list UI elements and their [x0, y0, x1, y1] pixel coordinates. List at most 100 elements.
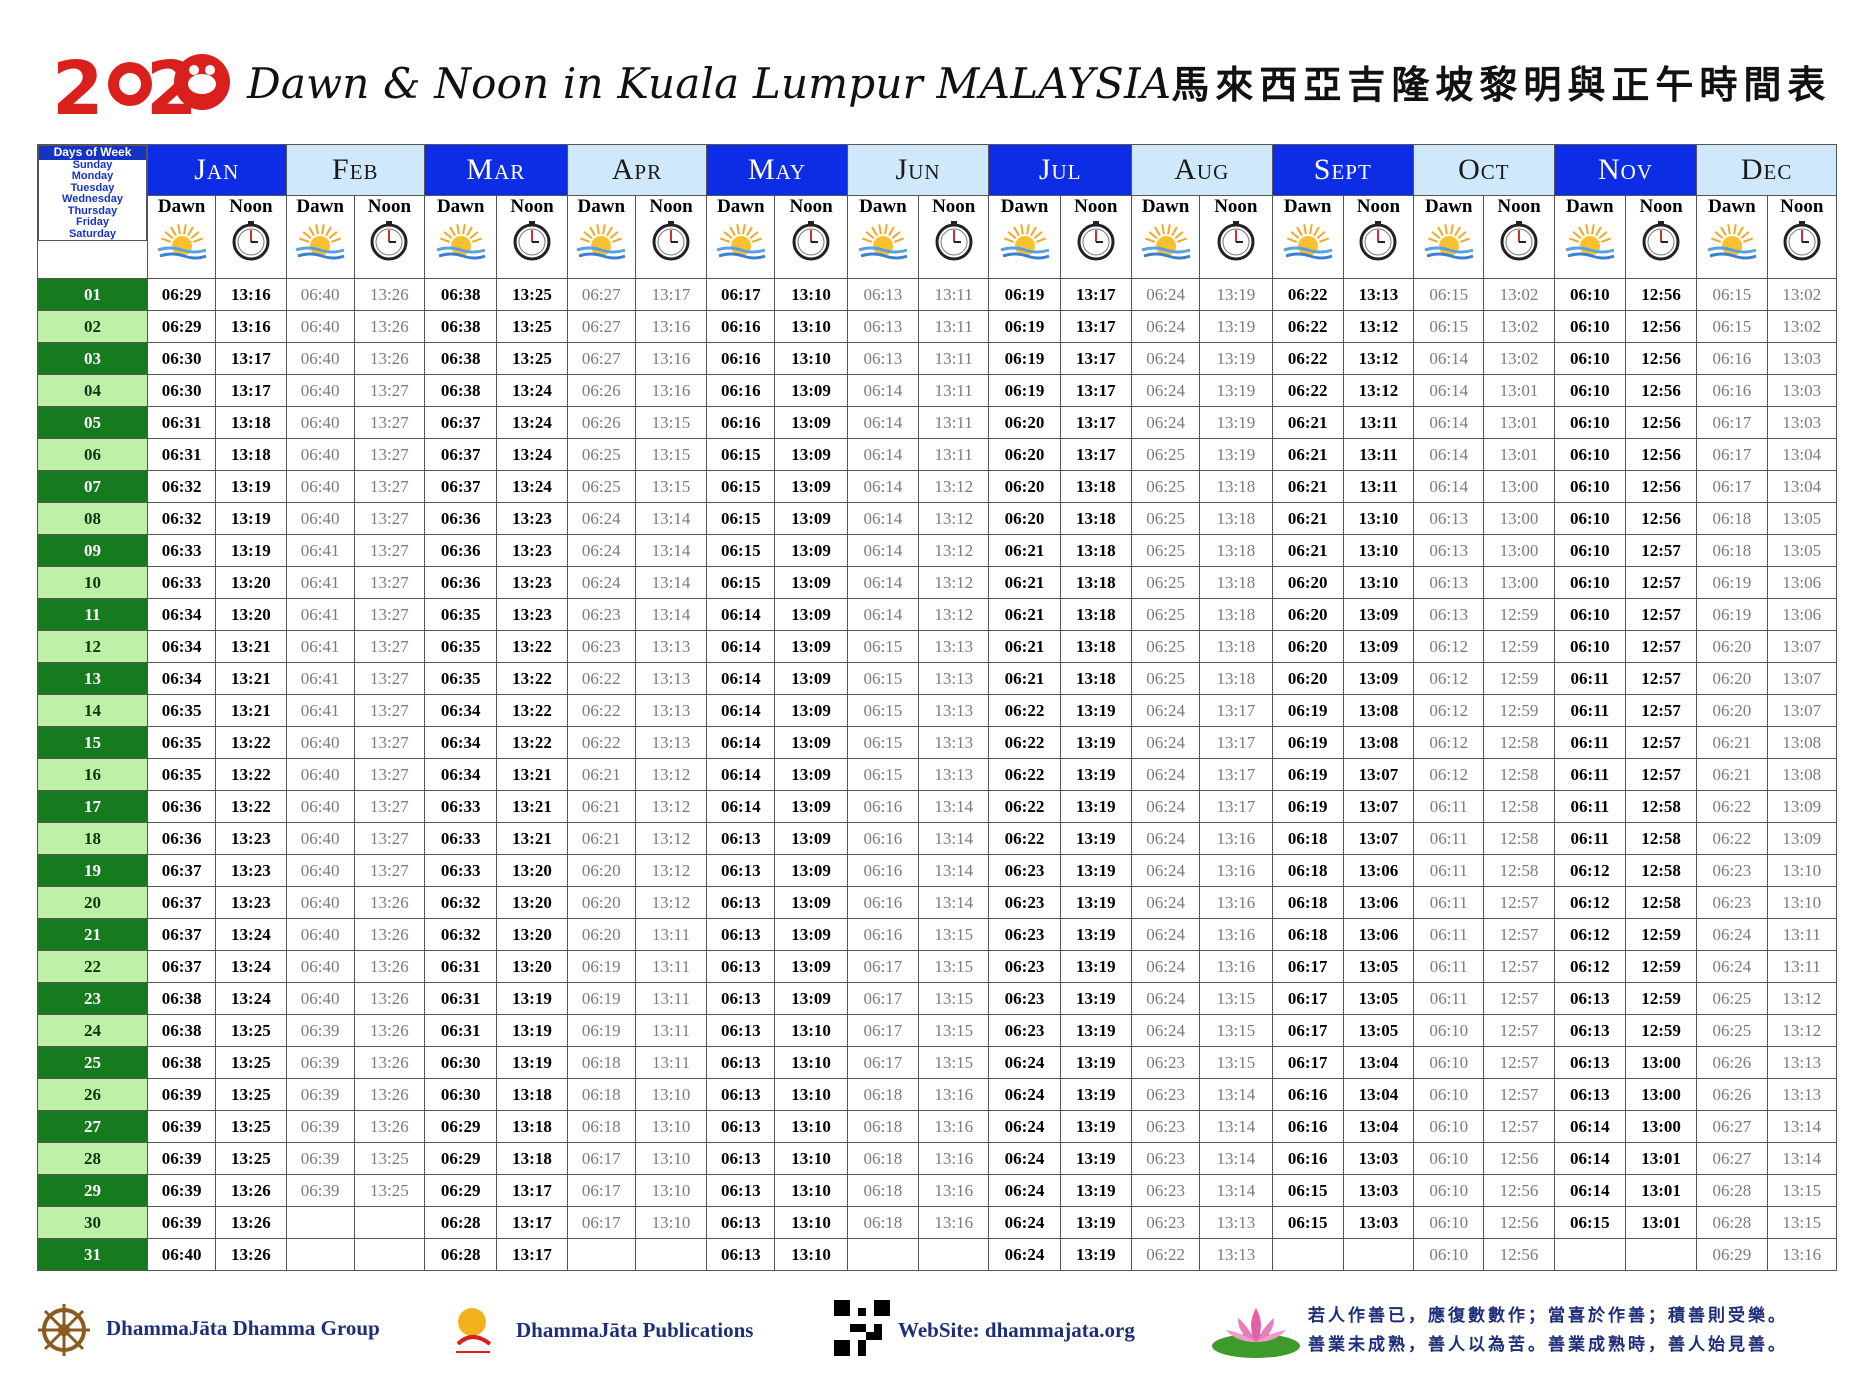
sunrise-icon: [426, 220, 496, 262]
noon-label: Noon: [1780, 196, 1824, 218]
noon-time-cell: 13:09: [774, 630, 848, 663]
noon-time-cell: 13:08: [1342, 726, 1415, 759]
noon-time-cell: 13:19: [1059, 822, 1132, 855]
dawn-time-cell: 06:13: [706, 1238, 776, 1271]
dawn-time-cell: 06:10: [1413, 1078, 1485, 1111]
dawn-time-cell: 06:12: [1553, 918, 1626, 951]
noon-time-cell: 13:15: [1199, 1014, 1273, 1047]
title-en: Dawn & Noon in Kuala Lumpur MALAYSIA: [247, 59, 1172, 108]
noon-time-cell: 13:10: [774, 342, 848, 375]
clock-icon: [1344, 220, 1412, 262]
dawn-time-cell: 06:19: [1271, 694, 1344, 727]
dawn-time-cell: 06:24: [1130, 726, 1201, 759]
month-header-dec: Dec: [1696, 144, 1837, 196]
noon-time-cell: 13:23: [496, 534, 568, 567]
dawn-time-cell: 06:16: [1271, 1142, 1344, 1175]
dawn-time-cell: 06:32: [146, 502, 217, 535]
noon-time-cell: 13:09: [774, 598, 848, 631]
noon-time-cell: 13:02: [1483, 342, 1555, 375]
dawn-time-cell: 06:20: [1271, 630, 1344, 663]
dawn-time-cell: 06:29: [146, 310, 217, 343]
noon-time-cell: 13:05: [1342, 1014, 1415, 1047]
dawn-time-cell: 06:41: [285, 662, 355, 695]
noon-time-cell: 13:06: [1766, 598, 1838, 631]
noon-time-cell: 13:23: [496, 502, 568, 535]
noon-time-cell: [1624, 1238, 1698, 1271]
dawn-time-cell: 06:33: [424, 822, 498, 855]
dawn-time-cell: 06:23: [566, 598, 636, 631]
noon-time-cell: 13:10: [774, 310, 848, 343]
dawn-time-cell: 06:19: [1696, 566, 1768, 599]
dawn-time-cell: 06:32: [424, 886, 498, 919]
dawn-time-cell: 06:22: [1130, 1238, 1201, 1271]
dawn-time-cell: 06:21: [988, 662, 1061, 695]
dawn-time-cell: 06:22: [566, 662, 636, 695]
dawn-time-cell: 06:11: [1413, 982, 1485, 1015]
dawn-time-cell: 06:16: [846, 918, 920, 951]
noon-time-cell: 13:25: [496, 278, 568, 311]
dawn-time-cell: 06:16: [846, 822, 920, 855]
dawn-time-cell: 06:18: [1271, 854, 1344, 887]
noon-time-cell: 13:05: [1342, 950, 1415, 983]
noon-time-cell: 13:16: [918, 1142, 990, 1175]
dawn-time-cell: 06:19: [1271, 758, 1344, 791]
dawn-time-cell: 06:18: [566, 1078, 636, 1111]
dawn-time-cell: 06:14: [1553, 1174, 1626, 1207]
dawn-time-cell: 06:16: [1696, 374, 1768, 407]
noon-time-cell: 12:56: [1483, 1174, 1555, 1207]
dawn-time-cell: 06:19: [988, 342, 1061, 375]
dawn-time-cell: 06:24: [1696, 950, 1768, 983]
noon-time-cell: 13:15: [918, 1046, 990, 1079]
dawn-time-cell: 06:20: [988, 502, 1061, 535]
dawn-time-cell: 06:27: [566, 342, 636, 375]
noon-time-cell: 13:18: [1199, 502, 1273, 535]
dawn-time-cell: 06:11: [1413, 854, 1485, 887]
noon-time-cell: 13:18: [1059, 470, 1132, 503]
noon-time-cell: 13:19: [1059, 950, 1132, 983]
noon-time-cell: 12:58: [1483, 822, 1555, 855]
dawn-time-cell: 06:11: [1553, 790, 1626, 823]
dawn-time-cell: 06:35: [146, 758, 217, 791]
dawn-column-header: Dawn: [1553, 195, 1626, 279]
noon-time-cell: 12:56: [1624, 502, 1698, 535]
noon-time-cell: 13:20: [496, 918, 568, 951]
noon-time-cell: 12:58: [1483, 790, 1555, 823]
dawn-time-cell: 06:15: [706, 566, 776, 599]
dawn-time-cell: 06:25: [1130, 662, 1201, 695]
noon-time-cell: 12:56: [1624, 406, 1698, 439]
noon-time-cell: 13:18: [1199, 534, 1273, 567]
dawn-time-cell: 06:29: [424, 1174, 498, 1207]
noon-time-cell: 13:13: [1766, 1046, 1838, 1079]
noon-time-cell: 13:20: [496, 854, 568, 887]
dawn-time-cell: 06:40: [285, 438, 355, 471]
noon-time-cell: 13:16: [1199, 950, 1273, 983]
noon-time-cell: 13:09: [774, 406, 848, 439]
noon-time-cell: 13:19: [1199, 278, 1273, 311]
dawn-time-cell: 06:13: [706, 1046, 776, 1079]
dawn-time-cell: 06:37: [146, 950, 217, 983]
dawn-time-cell: 06:11: [1553, 662, 1626, 695]
noon-time-cell: 13:11: [918, 342, 990, 375]
dawn-time-cell: 06:24: [1130, 950, 1201, 983]
noon-time-cell: 13:25: [353, 1174, 426, 1207]
dawn-time-cell: 06:19: [566, 1014, 636, 1047]
table-row: 28 06:39 13:25 06:39 13:25 06:29 13:18 06:17 13:…: [37, 1142, 1838, 1175]
noon-time-cell: 13:07: [1342, 790, 1415, 823]
noon-time-cell: 13:16: [634, 342, 708, 375]
noon-time-cell: 13:02: [1483, 310, 1555, 343]
dawn-time-cell: 06:20: [1696, 630, 1768, 663]
noon-time-cell: 13:16: [1199, 854, 1273, 887]
dawn-time-cell: 06:14: [1413, 438, 1485, 471]
dawn-time-cell: 06:24: [1130, 278, 1201, 311]
dawn-time-cell: 06:14: [706, 726, 776, 759]
noon-time-cell: 13:11: [918, 374, 990, 407]
day-number: 16: [37, 758, 148, 791]
noon-time-cell: 13:08: [1766, 726, 1838, 759]
dawn-time-cell: 06:14: [706, 598, 776, 631]
dawn-time-cell: 06:27: [566, 278, 636, 311]
noon-time-cell: 13:24: [215, 982, 287, 1015]
dawn-time-cell: 06:17: [566, 1206, 636, 1239]
dawn-time-cell: 06:21: [566, 790, 636, 823]
noon-time-cell: 13:22: [215, 790, 287, 823]
noon-time-cell: 13:23: [215, 854, 287, 887]
